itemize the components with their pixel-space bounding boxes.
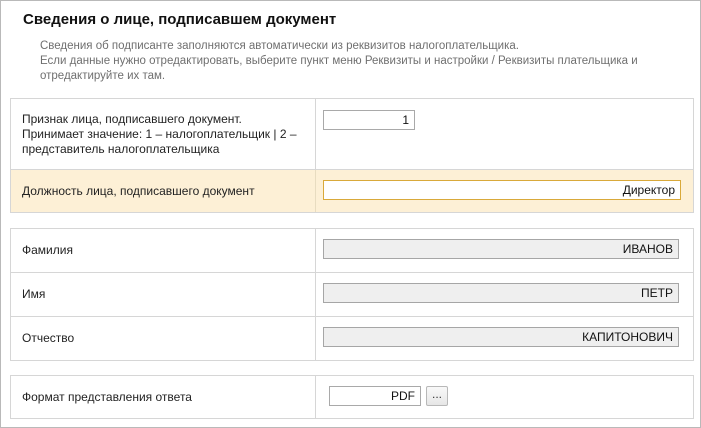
position-input[interactable]: Директор [323, 180, 681, 200]
name-label: Имя [11, 273, 316, 316]
position-row: Должность лица, подписавшего документ Ди… [11, 170, 693, 212]
name-input[interactable]: ПЕТР [323, 283, 679, 303]
patronymic-label: Отчество [11, 317, 316, 360]
info-line-1: Сведения об подписанте заполняются автом… [40, 40, 519, 52]
format-row: Формат представления ответа PDF ... [11, 376, 693, 418]
surname-input[interactable]: ИВАНОВ [323, 239, 679, 259]
info-line-2: Если данные нужно отредактировать, выбер… [40, 55, 638, 82]
person-section: Фамилия ИВАНОВ Имя ПЕТР Отчество КАПИТОН… [10, 228, 694, 361]
response-section: Формат представления ответа PDF ... [10, 375, 694, 419]
signer-section: Признак лица, подписавшего документ. При… [10, 98, 694, 213]
signer-panel: Сведения о лице, подписавшем документ Св… [0, 0, 701, 428]
format-input[interactable]: PDF [329, 386, 421, 406]
sign-input[interactable]: 1 [323, 110, 415, 130]
surname-label: Фамилия [11, 229, 316, 272]
patronymic-input[interactable]: КАПИТОНОВИЧ [323, 327, 679, 347]
panel-title: Сведения о лице, подписавшем документ [23, 11, 337, 28]
sign-row: Признак лица, подписавшего документ. При… [11, 99, 693, 170]
info-text: Сведения об подписанте заполняются автом… [40, 39, 660, 84]
sign-label: Признак лица, подписавшего документ. При… [11, 99, 316, 169]
surname-row: Фамилия ИВАНОВ [11, 229, 693, 273]
patronymic-row: Отчество КАПИТОНОВИЧ [11, 317, 693, 360]
position-label: Должность лица, подписавшего документ [11, 170, 316, 212]
name-row: Имя ПЕТР [11, 273, 693, 317]
format-label: Формат представления ответа [11, 376, 316, 418]
format-select-button[interactable]: ... [426, 386, 448, 406]
